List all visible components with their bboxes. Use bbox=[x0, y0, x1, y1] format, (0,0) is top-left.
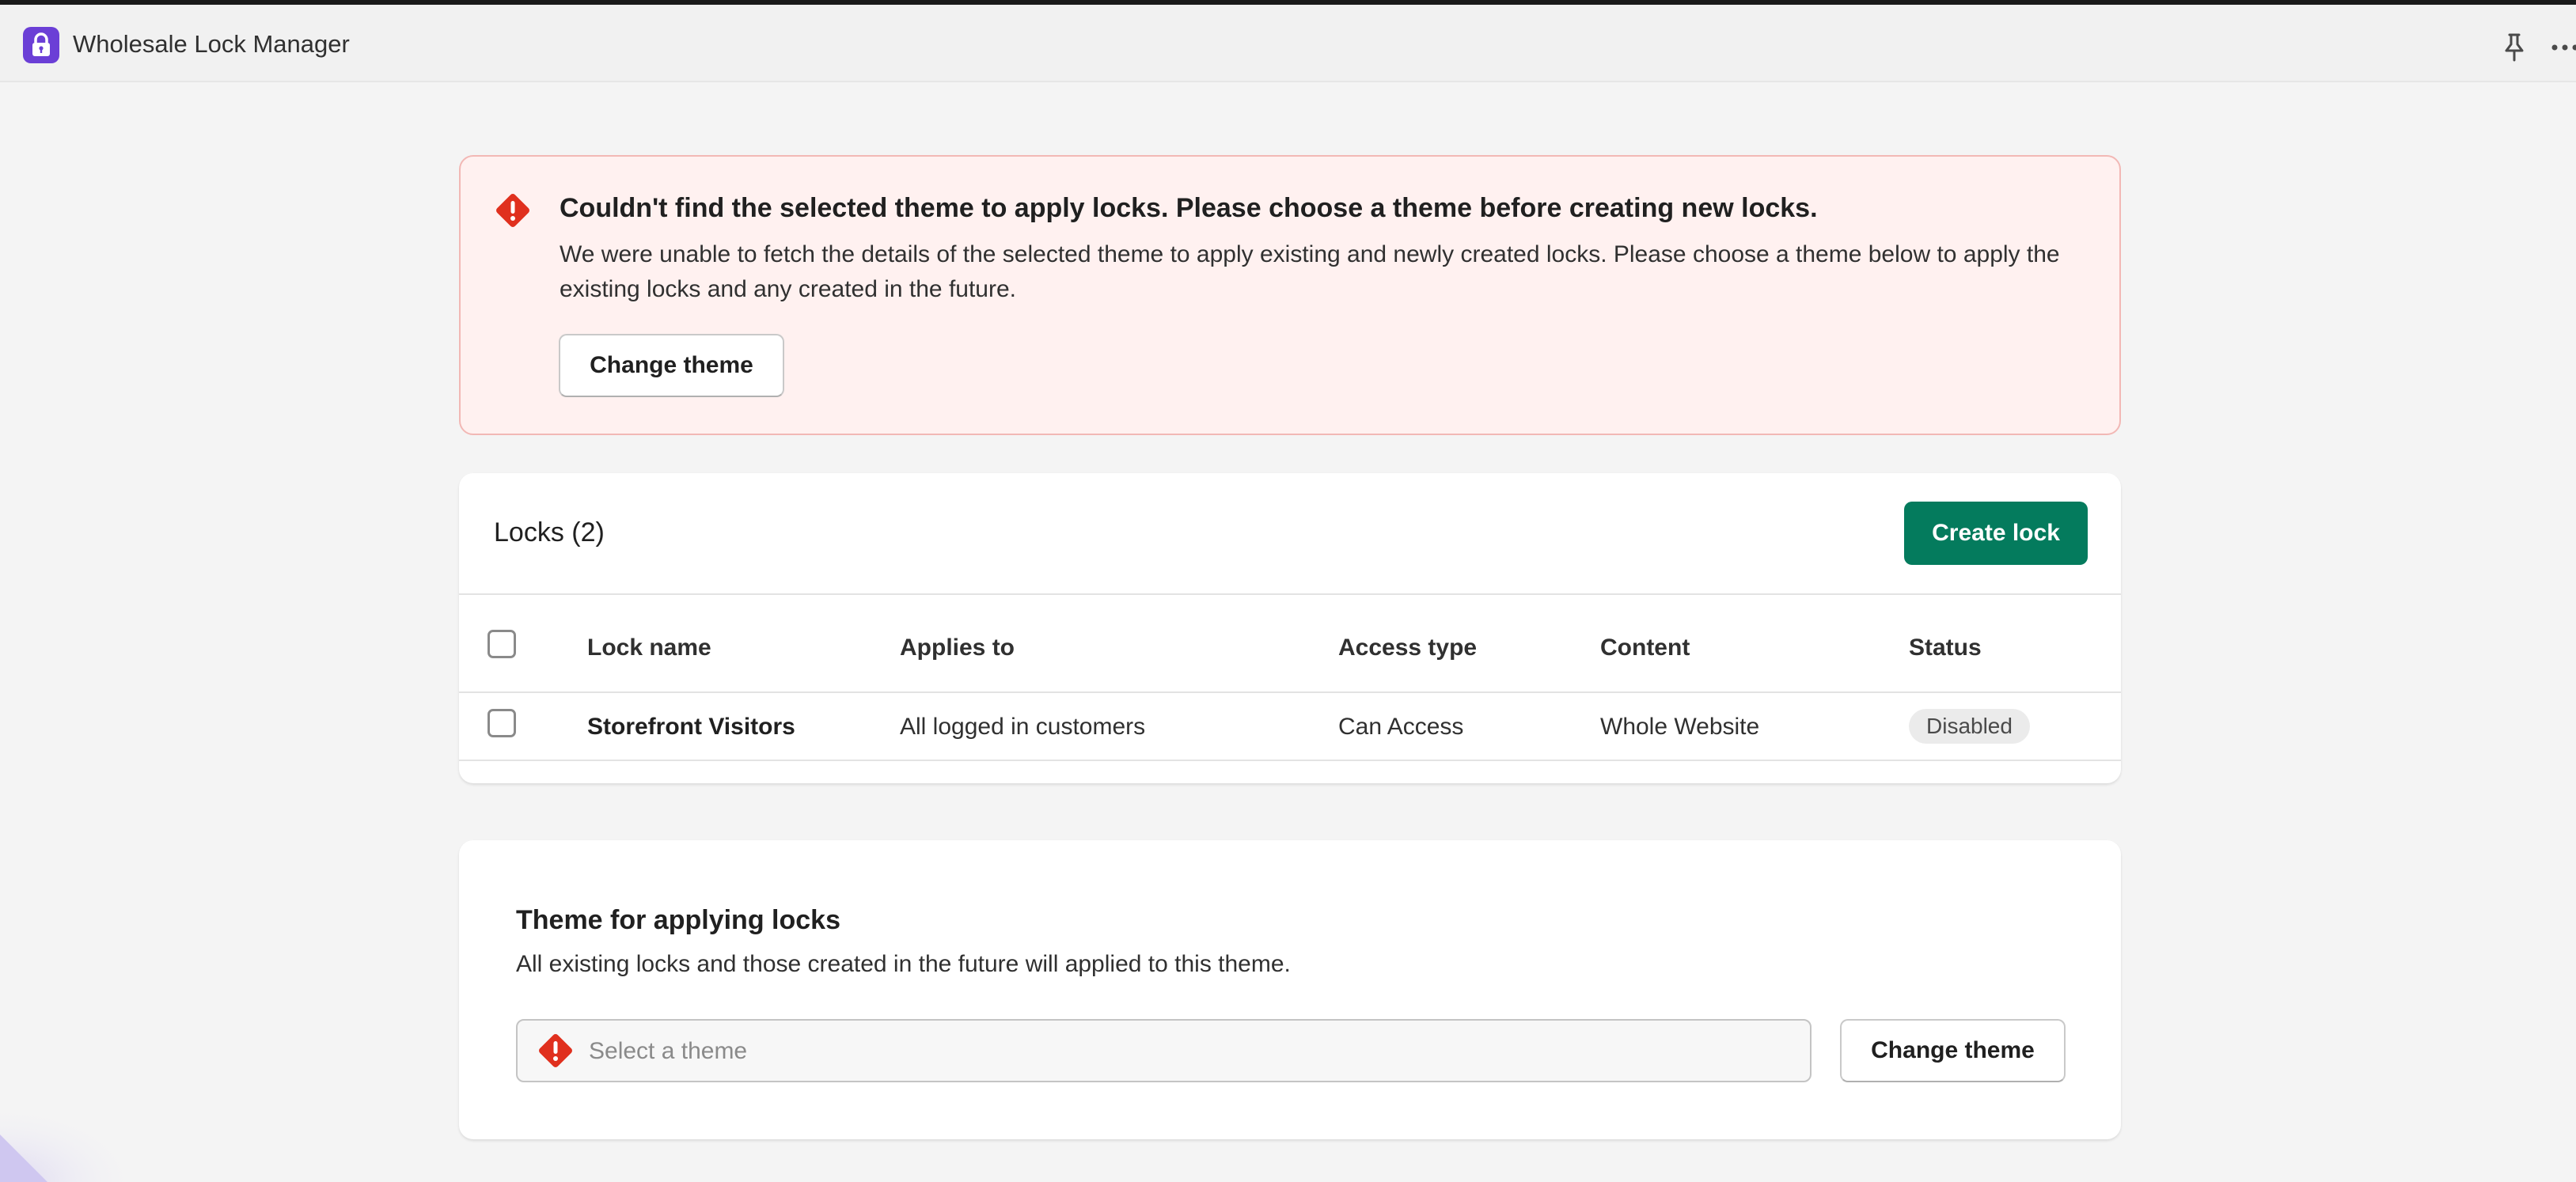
theme-select[interactable]: Select a theme bbox=[516, 1019, 1812, 1082]
applies-to-cell: All logged in customers bbox=[900, 714, 1146, 740]
access-type-cell: Can Access bbox=[1338, 714, 1464, 740]
locks-title: Locks (2) bbox=[494, 517, 605, 547]
theme-section-title: Theme for applying locks bbox=[516, 905, 840, 935]
column-header-applies-to[interactable]: Applies to bbox=[900, 635, 1015, 661]
lock-icon bbox=[23, 27, 59, 63]
change-theme-button[interactable]: Change theme bbox=[1840, 1019, 2066, 1082]
column-header-lock-name[interactable]: Lock name bbox=[587, 635, 711, 661]
more-options-icon[interactable] bbox=[2550, 33, 2576, 62]
status-badge: Disabled bbox=[1909, 709, 2030, 744]
pin-icon[interactable] bbox=[2501, 32, 2528, 63]
create-lock-button[interactable]: Create lock bbox=[1904, 502, 2088, 565]
row-checkbox[interactable] bbox=[488, 709, 516, 737]
banner-change-theme-button[interactable]: Change theme bbox=[559, 334, 784, 397]
banner-description: We were unable to fetch the details of t… bbox=[560, 241, 2060, 302]
theme-card: Theme for applying locks All existing lo… bbox=[459, 840, 2121, 1139]
column-header-content[interactable]: Content bbox=[1600, 635, 1690, 661]
error-diamond-icon bbox=[492, 190, 533, 231]
column-header-status[interactable]: Status bbox=[1909, 635, 1982, 661]
column-header-access-type[interactable]: Access type bbox=[1338, 635, 1477, 661]
table-header-divider bbox=[459, 691, 2121, 693]
header-divider bbox=[459, 593, 2121, 595]
app-title-bar: Wholesale Lock Manager bbox=[0, 5, 2576, 82]
lock-name-cell[interactable]: Storefront Visitors bbox=[587, 714, 795, 741]
content-cell: Whole Website bbox=[1600, 714, 1760, 740]
locks-card: Locks (2) Create lock Lock name Applies … bbox=[459, 473, 2121, 783]
theme-select-placeholder: Select a theme bbox=[589, 1038, 748, 1064]
table-row-divider bbox=[459, 760, 2121, 761]
banner-title: Couldn't find the selected theme to appl… bbox=[560, 193, 1818, 223]
select-all-checkbox[interactable] bbox=[488, 630, 516, 658]
error-diamond-icon bbox=[535, 1030, 576, 1071]
corner-decoration bbox=[0, 1103, 142, 1182]
app-title: Wholesale Lock Manager bbox=[73, 30, 350, 58]
theme-error-banner: Couldn't find the selected theme to appl… bbox=[459, 155, 2121, 435]
theme-section-description: All existing locks and those created in … bbox=[516, 951, 1291, 977]
